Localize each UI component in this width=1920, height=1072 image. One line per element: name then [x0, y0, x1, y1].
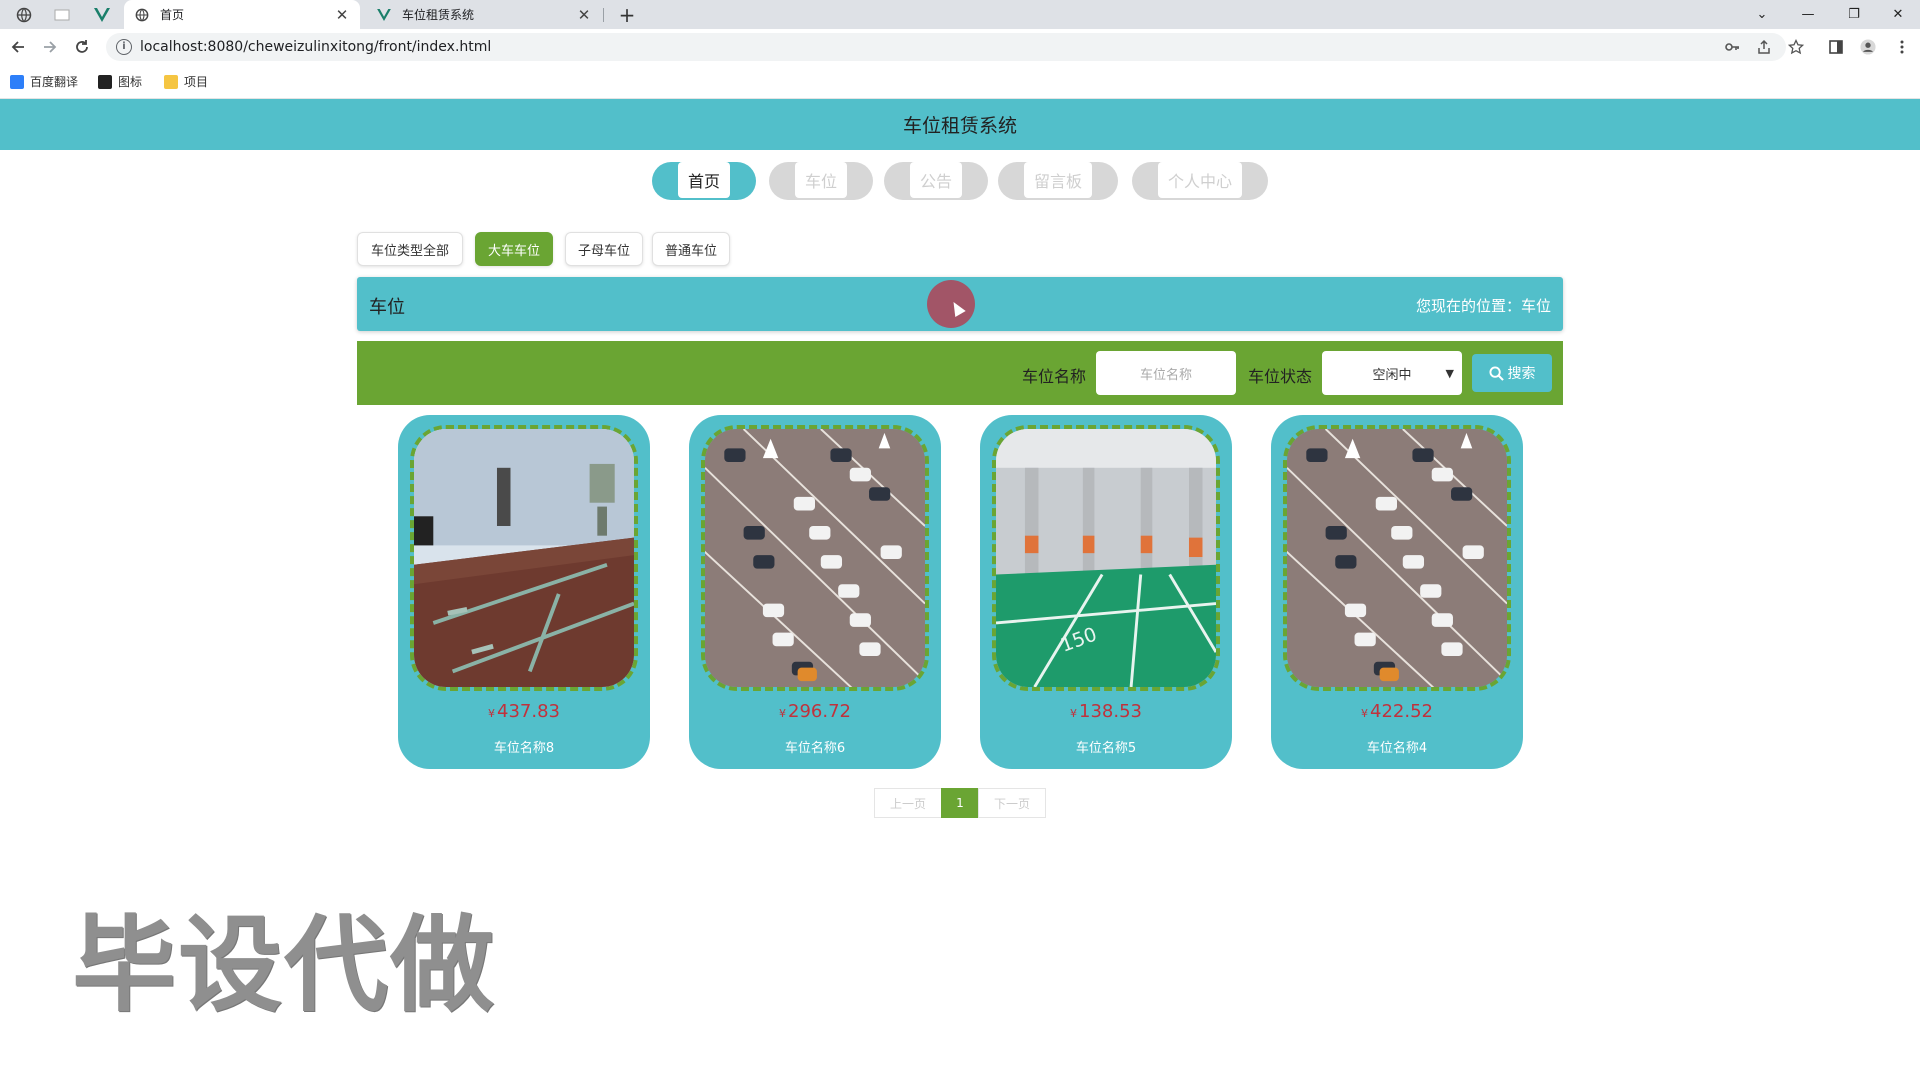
parking-image-green-garage[interactable]: 150: [992, 425, 1220, 691]
bookmark-projects[interactable]: 项目: [164, 73, 208, 90]
breadcrumb-current[interactable]: 车位: [1521, 297, 1551, 315]
minimize-button[interactable]: —: [1786, 0, 1830, 29]
tab-separator: [603, 8, 604, 22]
bookmark-label: 百度翻译: [30, 75, 79, 89]
card-name[interactable]: 车位名称6: [689, 737, 941, 756]
filter-all-types[interactable]: 车位类型全部: [357, 232, 463, 266]
card-name[interactable]: 车位名称8: [398, 737, 650, 756]
nav-home[interactable]: 首页: [652, 162, 756, 200]
back-arrow-icon[interactable]: [6, 35, 30, 59]
site-title: 车位租赁系统: [902, 115, 1017, 137]
parking-image-aerial-lot[interactable]: [701, 425, 929, 691]
nav-notice[interactable]: 公告: [884, 162, 988, 200]
site-header: 车位租赁系统: [0, 99, 1920, 150]
tab-home[interactable]: 首页 ✕: [124, 0, 360, 29]
bookmark-baidu-translate[interactable]: 百度翻译: [10, 73, 78, 90]
price-value: 437.83: [497, 701, 560, 722]
site-info-icon[interactable]: i: [116, 39, 132, 55]
tab-search-icon[interactable]: ⌄: [1740, 0, 1784, 29]
profile-icon[interactable]: [1860, 39, 1876, 55]
nav-label: 公告: [910, 162, 962, 198]
status-selected-value: 空闲中: [1372, 367, 1412, 383]
tab-title: 车位租赁系统: [402, 8, 475, 22]
tab-title: 首页: [160, 8, 185, 22]
breadcrumb-label: 您现在的位置：: [1415, 297, 1521, 315]
currency-symbol: ¥: [1070, 707, 1077, 720]
card-name[interactable]: 车位名称4: [1271, 737, 1523, 756]
new-tab-button[interactable]: +: [614, 2, 640, 28]
nav-message-board[interactable]: 留言板: [998, 162, 1118, 200]
parking-card[interactable]: 150 ¥138.53 车位名称5: [980, 415, 1232, 769]
search-icon: [1488, 365, 1504, 381]
currency-symbol: ¥: [488, 707, 495, 720]
nav-label: 首页: [678, 162, 730, 198]
status-select[interactable]: 空闲中 ▼: [1322, 351, 1462, 395]
search-button-label: 搜索: [1507, 366, 1536, 382]
nav-parking[interactable]: 车位: [769, 162, 873, 200]
watermark: 毕设代做: [72, 904, 497, 1026]
bookmark-label: 图标: [118, 75, 143, 89]
close-icon[interactable]: ✕: [334, 7, 350, 23]
card-price: ¥422.52: [1271, 701, 1523, 722]
url-text: localhost:8080/cheweizulinxitong/front/i…: [140, 39, 492, 55]
close-icon[interactable]: ✕: [576, 7, 592, 23]
forward-arrow-icon[interactable]: [38, 35, 62, 59]
reload-icon[interactable]: [70, 35, 94, 59]
search-bar: 车位名称 车位名称 车位状态 空闲中 ▼ 搜索: [357, 341, 1563, 405]
address-bar[interactable]: i localhost:8080/cheweizulinxitong/front…: [106, 33, 1786, 61]
vue-icon[interactable]: [84, 3, 120, 27]
page-1-button[interactable]: 1: [941, 788, 979, 818]
prev-page-button[interactable]: 上一页: [874, 788, 942, 818]
currency-symbol: ¥: [1361, 707, 1368, 720]
bookmarks-bar: 百度翻译 图标 项目: [0, 65, 1920, 99]
parking-card[interactable]: ¥296.72 车位名称6: [689, 415, 941, 769]
tab-system[interactable]: 车位租赁系统 ✕: [366, 0, 602, 29]
section-title: 车位: [369, 297, 405, 318]
side-panel-icon[interactable]: [1828, 39, 1844, 55]
nav-personal-center[interactable]: 个人中心: [1132, 162, 1268, 200]
filter-large-vehicle[interactable]: 大车车位: [475, 232, 553, 266]
chevron-down-icon: ▼: [1445, 367, 1454, 380]
star-icon[interactable]: [1788, 39, 1804, 55]
share-icon[interactable]: [1756, 39, 1772, 55]
parking-card[interactable]: ¥422.52 车位名称4: [1271, 415, 1523, 769]
globe-icon: [134, 7, 150, 23]
nav-label: 车位: [795, 162, 847, 198]
parking-card[interactable]: ¥437.83 车位名称8: [398, 415, 650, 769]
menu-kebab-icon[interactable]: [1894, 39, 1910, 55]
folder-icon: [164, 74, 178, 89]
vue-icon: [376, 7, 392, 23]
filter-parent-child[interactable]: 子母车位: [565, 232, 643, 266]
name-label: 车位名称: [1022, 367, 1087, 386]
browser-toolbar: i localhost:8080/cheweizulinxitong/front…: [0, 29, 1920, 65]
translate-icon: [10, 74, 24, 89]
card-price: ¥296.72: [689, 701, 941, 722]
search-button[interactable]: 搜索: [1472, 354, 1552, 392]
card-price: ¥437.83: [398, 701, 650, 722]
next-page-button[interactable]: 下一页: [978, 788, 1046, 818]
image-icon: [98, 74, 112, 89]
parking-image-aerial-lot[interactable]: [1283, 425, 1511, 691]
price-value: 422.52: [1370, 701, 1433, 722]
restore-button[interactable]: ❐: [1832, 0, 1876, 29]
globe-icon[interactable]: [6, 3, 42, 27]
parking-image-garage-interior[interactable]: [410, 425, 638, 691]
currency-symbol: ¥: [779, 707, 786, 720]
browser-tab-bar: 首页 ✕ 车位租赁系统 ✕ + ⌄ — ❐ ✕: [0, 0, 1920, 29]
price-value: 296.72: [788, 701, 851, 722]
key-icon[interactable]: [1724, 39, 1740, 55]
status-label: 车位状态: [1248, 367, 1313, 386]
bookmark-icons[interactable]: 图标: [98, 73, 142, 90]
breadcrumb: 您现在的位置：车位: [1416, 295, 1551, 316]
bookmark-label: 项目: [184, 75, 209, 89]
price-value: 138.53: [1079, 701, 1142, 722]
filter-regular[interactable]: 普通车位: [652, 232, 730, 266]
parking-name-input[interactable]: 车位名称: [1096, 351, 1236, 395]
card-price: ¥138.53: [980, 701, 1232, 722]
nav-label: 个人中心: [1158, 162, 1242, 198]
blank-tab-icon[interactable]: [44, 3, 80, 27]
card-name[interactable]: 车位名称5: [980, 737, 1232, 756]
window-close-button[interactable]: ✕: [1876, 0, 1920, 29]
nav-label: 留言板: [1024, 162, 1092, 198]
